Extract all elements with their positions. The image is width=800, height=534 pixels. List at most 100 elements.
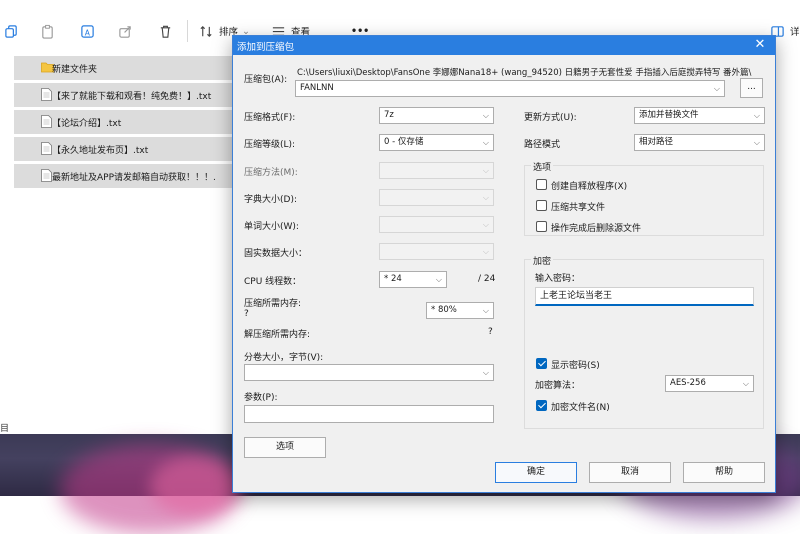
sfx-label: 创建自释放程序(X) xyxy=(551,182,628,192)
archive-name-combobox[interactable]: FANLNN ⌵ xyxy=(295,80,725,97)
chevron-down-icon: ⌵ xyxy=(753,111,760,120)
decompress-memory-label: 解压缩所需内存: xyxy=(244,330,311,340)
word-size-label: 单词大小(W): xyxy=(244,222,299,232)
list-item[interactable]: 【论坛介绍】.txt xyxy=(14,110,244,134)
chevron-down-icon: ⌵ xyxy=(713,84,720,93)
chevron-down-icon: ⌵ xyxy=(482,111,489,120)
method-label: 压缩方法(M): xyxy=(244,168,298,178)
compress-memory-value: ? xyxy=(244,309,249,319)
encryption-group-title: 加密 xyxy=(531,254,554,267)
format-value: 7z xyxy=(384,110,394,120)
chevron-down-icon: ⌵ xyxy=(482,247,489,256)
delete-after-checkbox[interactable] xyxy=(536,221,547,232)
file-name: 最新地址及APP请发邮箱自动获取！！！. xyxy=(52,172,216,183)
details-label: 详 xyxy=(790,27,800,38)
chevron-down-icon: ⌵ xyxy=(482,368,489,377)
threads-label: CPU 线程数： xyxy=(244,277,302,287)
memory-usage-value: * 80% xyxy=(431,305,457,315)
chevron-down-icon: ⌵ xyxy=(482,138,489,147)
update-mode-select[interactable]: 添加并替换文件 ⌵ xyxy=(634,107,765,124)
rename-icon[interactable]: A xyxy=(80,22,95,40)
ok-button[interactable]: 确定 xyxy=(495,462,577,483)
shared-files-checkbox[interactable] xyxy=(536,200,547,211)
file-name: 新建文件夹 xyxy=(52,64,98,75)
path-mode-value: 相对路径 xyxy=(639,137,674,147)
encryption-method-select[interactable]: AES-256 ⌵ xyxy=(665,375,754,392)
status-bar-text: 目 xyxy=(0,424,10,434)
list-item[interactable]: 【来了就能下载和观看！纯免费！】.txt xyxy=(14,83,244,107)
text-file-icon xyxy=(41,88,52,101)
list-item[interactable]: 最新地址及APP请发邮箱自动获取！！！. xyxy=(14,164,244,188)
password-label: 输入密码： xyxy=(535,274,581,284)
update-mode-value: 添加并替换文件 xyxy=(639,110,699,120)
archive-label: 压缩包(A): xyxy=(244,75,288,85)
path-mode-label: 路径模式 xyxy=(524,140,561,150)
solid-size-select: ⌵ xyxy=(379,243,494,260)
archive-path: C:\Users\liuxi\Desktop\FansOne 李娜娜Nana18… xyxy=(297,68,752,78)
threads-value: * 24 xyxy=(384,274,402,284)
copy-icon[interactable] xyxy=(4,22,19,40)
help-button[interactable]: 帮助 xyxy=(683,462,765,483)
parameters-input[interactable] xyxy=(244,405,494,423)
chevron-down-icon: ⌵ xyxy=(482,193,489,202)
path-mode-select[interactable]: 相对路径 ⌵ xyxy=(634,134,765,151)
volume-size-combobox[interactable]: ⌵ xyxy=(244,364,494,381)
dict-size-label: 字典大小(D): xyxy=(244,195,297,205)
file-name: 【永久地址发布页】.txt xyxy=(52,145,149,156)
show-password-label: 显示密码(S) xyxy=(551,361,600,371)
chevron-down-icon: ⌵ xyxy=(482,306,489,315)
password-input[interactable]: 上老王论坛当老王 xyxy=(535,287,754,306)
close-icon[interactable]: ✕ xyxy=(753,38,767,52)
options-button[interactable]: 选项 xyxy=(244,437,326,458)
decompress-memory-value: ? xyxy=(488,327,493,337)
paste-icon[interactable] xyxy=(40,22,55,40)
update-mode-label: 更新方式(U): xyxy=(524,113,577,123)
volume-size-label: 分卷大小，字节(V): xyxy=(244,353,324,363)
svg-text:A: A xyxy=(85,28,91,37)
chevron-down-icon: ⌵ xyxy=(435,275,442,284)
toolbar-divider xyxy=(187,20,188,42)
chevron-down-icon: ⌵ xyxy=(482,220,489,229)
archive-name-value: FANLNN xyxy=(300,83,334,93)
wallpaper-shape xyxy=(150,456,240,516)
text-file-icon xyxy=(41,115,52,128)
text-file-icon xyxy=(41,169,52,182)
word-size-select: ⌵ xyxy=(379,216,494,233)
chevron-down-icon: ⌵ xyxy=(742,379,749,388)
delete-icon[interactable] xyxy=(158,22,173,40)
chevron-down-icon: ⌵ xyxy=(482,166,489,175)
chevron-down-icon: ⌵ xyxy=(753,138,760,147)
format-label: 压缩格式(F): xyxy=(244,113,296,123)
memory-usage-select[interactable]: * 80% ⌵ xyxy=(426,302,494,319)
threads-select[interactable]: * 24 ⌵ xyxy=(379,271,447,288)
dialog-title: 添加到压缩包 xyxy=(237,41,295,53)
encrypt-names-checkbox[interactable] xyxy=(536,400,547,411)
shared-files-label: 压缩共享文件 xyxy=(551,203,606,213)
format-select[interactable]: 7z ⌵ xyxy=(379,107,494,124)
share-icon[interactable] xyxy=(118,22,133,40)
browse-button[interactable]: ... xyxy=(740,78,763,98)
text-file-icon xyxy=(41,142,52,155)
level-select[interactable]: 0 - 仅存储 ⌵ xyxy=(379,134,494,151)
encrypt-names-label: 加密文件名(N) xyxy=(551,403,610,413)
add-to-archive-dialog: 添加到压缩包 ✕ 压缩包(A): C:\Users\liuxi\Desktop\… xyxy=(232,35,776,493)
dialog-titlebar[interactable]: 添加到压缩包 xyxy=(233,36,775,55)
dict-size-select: ⌵ xyxy=(379,189,494,206)
threads-total: / 24 xyxy=(478,274,496,284)
file-name: 【来了就能下载和观看！纯免费！】.txt xyxy=(52,91,212,102)
file-name: 【论坛介绍】.txt xyxy=(52,118,122,129)
show-password-checkbox[interactable] xyxy=(536,358,547,369)
sfx-checkbox[interactable] xyxy=(536,179,547,190)
cancel-button[interactable]: 取消 xyxy=(589,462,671,483)
encryption-method-value: AES-256 xyxy=(670,378,706,388)
list-item[interactable]: 【永久地址发布页】.txt xyxy=(14,137,244,161)
options-group-title: 选项 xyxy=(531,160,554,173)
list-item[interactable]: 新建文件夹 xyxy=(14,56,244,80)
method-select: ⌵ xyxy=(379,162,494,179)
parameters-label: 参数(P): xyxy=(244,393,278,403)
solid-size-label: 固实数据大小： xyxy=(244,249,308,259)
encryption-method-label: 加密算法： xyxy=(535,381,581,391)
level-label: 压缩等级(L): xyxy=(244,140,296,150)
compress-memory-label: 压缩所需内存: xyxy=(244,299,302,309)
file-list: 新建文件夹 【来了就能下载和观看！纯免费！】.txt 【论坛介绍】.txt 【永… xyxy=(14,56,244,191)
